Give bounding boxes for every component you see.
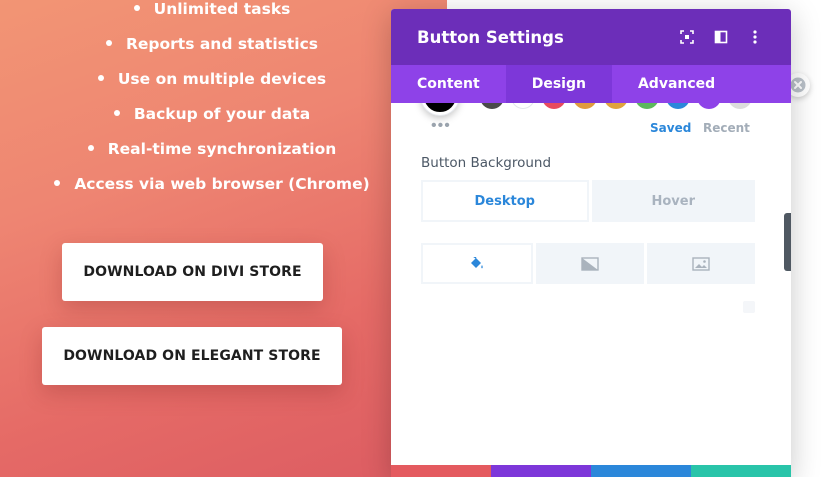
modal-footer-actions	[391, 465, 791, 477]
bullet-icon	[105, 39, 112, 46]
feature-item: Unlimited tasks	[0, 0, 424, 29]
color-swatch[interactable]	[604, 103, 628, 109]
more-options-icon[interactable]	[745, 27, 765, 47]
feature-label: Access via web browser (Chrome)	[74, 175, 370, 193]
modal-header: Button Settings	[391, 9, 791, 65]
feature-label: Reports and statistics	[125, 35, 319, 53]
bullet-icon	[133, 4, 140, 11]
color-swatch[interactable]	[697, 103, 721, 109]
settings-tabs: Content Design Advanced	[391, 65, 791, 103]
download-divi-store-button[interactable]: DOWNLOAD ON DIVI STORE	[62, 243, 323, 301]
split-view-icon[interactable]	[711, 27, 731, 47]
recent-colors-link[interactable]: Recent	[703, 121, 750, 135]
color-swatch[interactable]	[666, 103, 690, 109]
color-swatch[interactable]	[728, 103, 752, 109]
background-type-tabs	[421, 243, 755, 284]
bullet-icon	[113, 109, 120, 116]
image-icon	[692, 256, 710, 271]
button-settings-modal: Button Settings Content Design Advanced	[391, 9, 791, 477]
background-image-tab[interactable]	[647, 243, 755, 284]
saved-colors-link[interactable]: Saved	[650, 121, 691, 135]
feature-item: Reports and statistics	[0, 29, 424, 64]
save-button[interactable]	[691, 465, 791, 477]
feature-label: Unlimited tasks	[153, 0, 291, 18]
ellipsis-icon[interactable]: •••	[431, 117, 451, 135]
redo-button[interactable]	[591, 465, 691, 477]
bullet-icon	[87, 144, 94, 151]
feature-item: Access via web browser (Chrome)	[0, 169, 424, 204]
selected-color-swatch[interactable]	[421, 103, 459, 115]
color-swatch[interactable]	[480, 103, 504, 109]
color-swatch[interactable]	[542, 103, 566, 109]
tab-content[interactable]: Content	[391, 65, 506, 103]
button-background-label: Button Background	[421, 155, 552, 171]
feature-item: Use on multiple devices	[0, 64, 424, 99]
hover-tab[interactable]: Hover	[591, 180, 755, 222]
hero-section: Unlimited tasks Reports and statistics U…	[0, 0, 447, 477]
color-swatch[interactable]	[635, 103, 659, 109]
color-swatch[interactable]	[511, 103, 535, 109]
modal-title: Button Settings	[417, 27, 564, 47]
scrollbar-thumb[interactable]	[784, 213, 791, 271]
undo-button[interactable]	[491, 465, 591, 477]
feature-list: Unlimited tasks Reports and statistics U…	[0, 0, 424, 204]
desktop-tab[interactable]: Desktop	[421, 180, 589, 222]
modal-body: ••• Saved Recent Button Background Deskt…	[391, 103, 791, 471]
feature-item: Backup of your data	[0, 99, 424, 134]
feature-label: Use on multiple devices	[117, 70, 327, 88]
background-gradient-tab[interactable]	[536, 243, 644, 284]
tab-advanced[interactable]: Advanced	[612, 65, 741, 103]
discard-button[interactable]	[391, 465, 491, 477]
tab-design[interactable]: Design	[505, 65, 612, 103]
color-swatch[interactable]	[573, 103, 597, 109]
feature-label: Real-time synchronization	[107, 140, 337, 158]
feature-item: Real-time synchronization	[0, 134, 424, 169]
bullet-icon	[54, 179, 61, 186]
paint-bucket-icon	[471, 256, 483, 268]
download-elegant-store-button[interactable]: DOWNLOAD ON ELEGANT STORE	[42, 327, 342, 385]
feature-label: Backup of your data	[133, 105, 311, 123]
background-color-tab[interactable]	[421, 243, 533, 284]
bullet-icon	[97, 74, 104, 81]
gradient-icon	[581, 256, 599, 271]
close-icon	[790, 77, 806, 93]
panel-divider	[743, 301, 755, 313]
responsive-mode-tabs: Desktop Hover	[421, 180, 755, 222]
expand-icon[interactable]	[677, 27, 697, 47]
